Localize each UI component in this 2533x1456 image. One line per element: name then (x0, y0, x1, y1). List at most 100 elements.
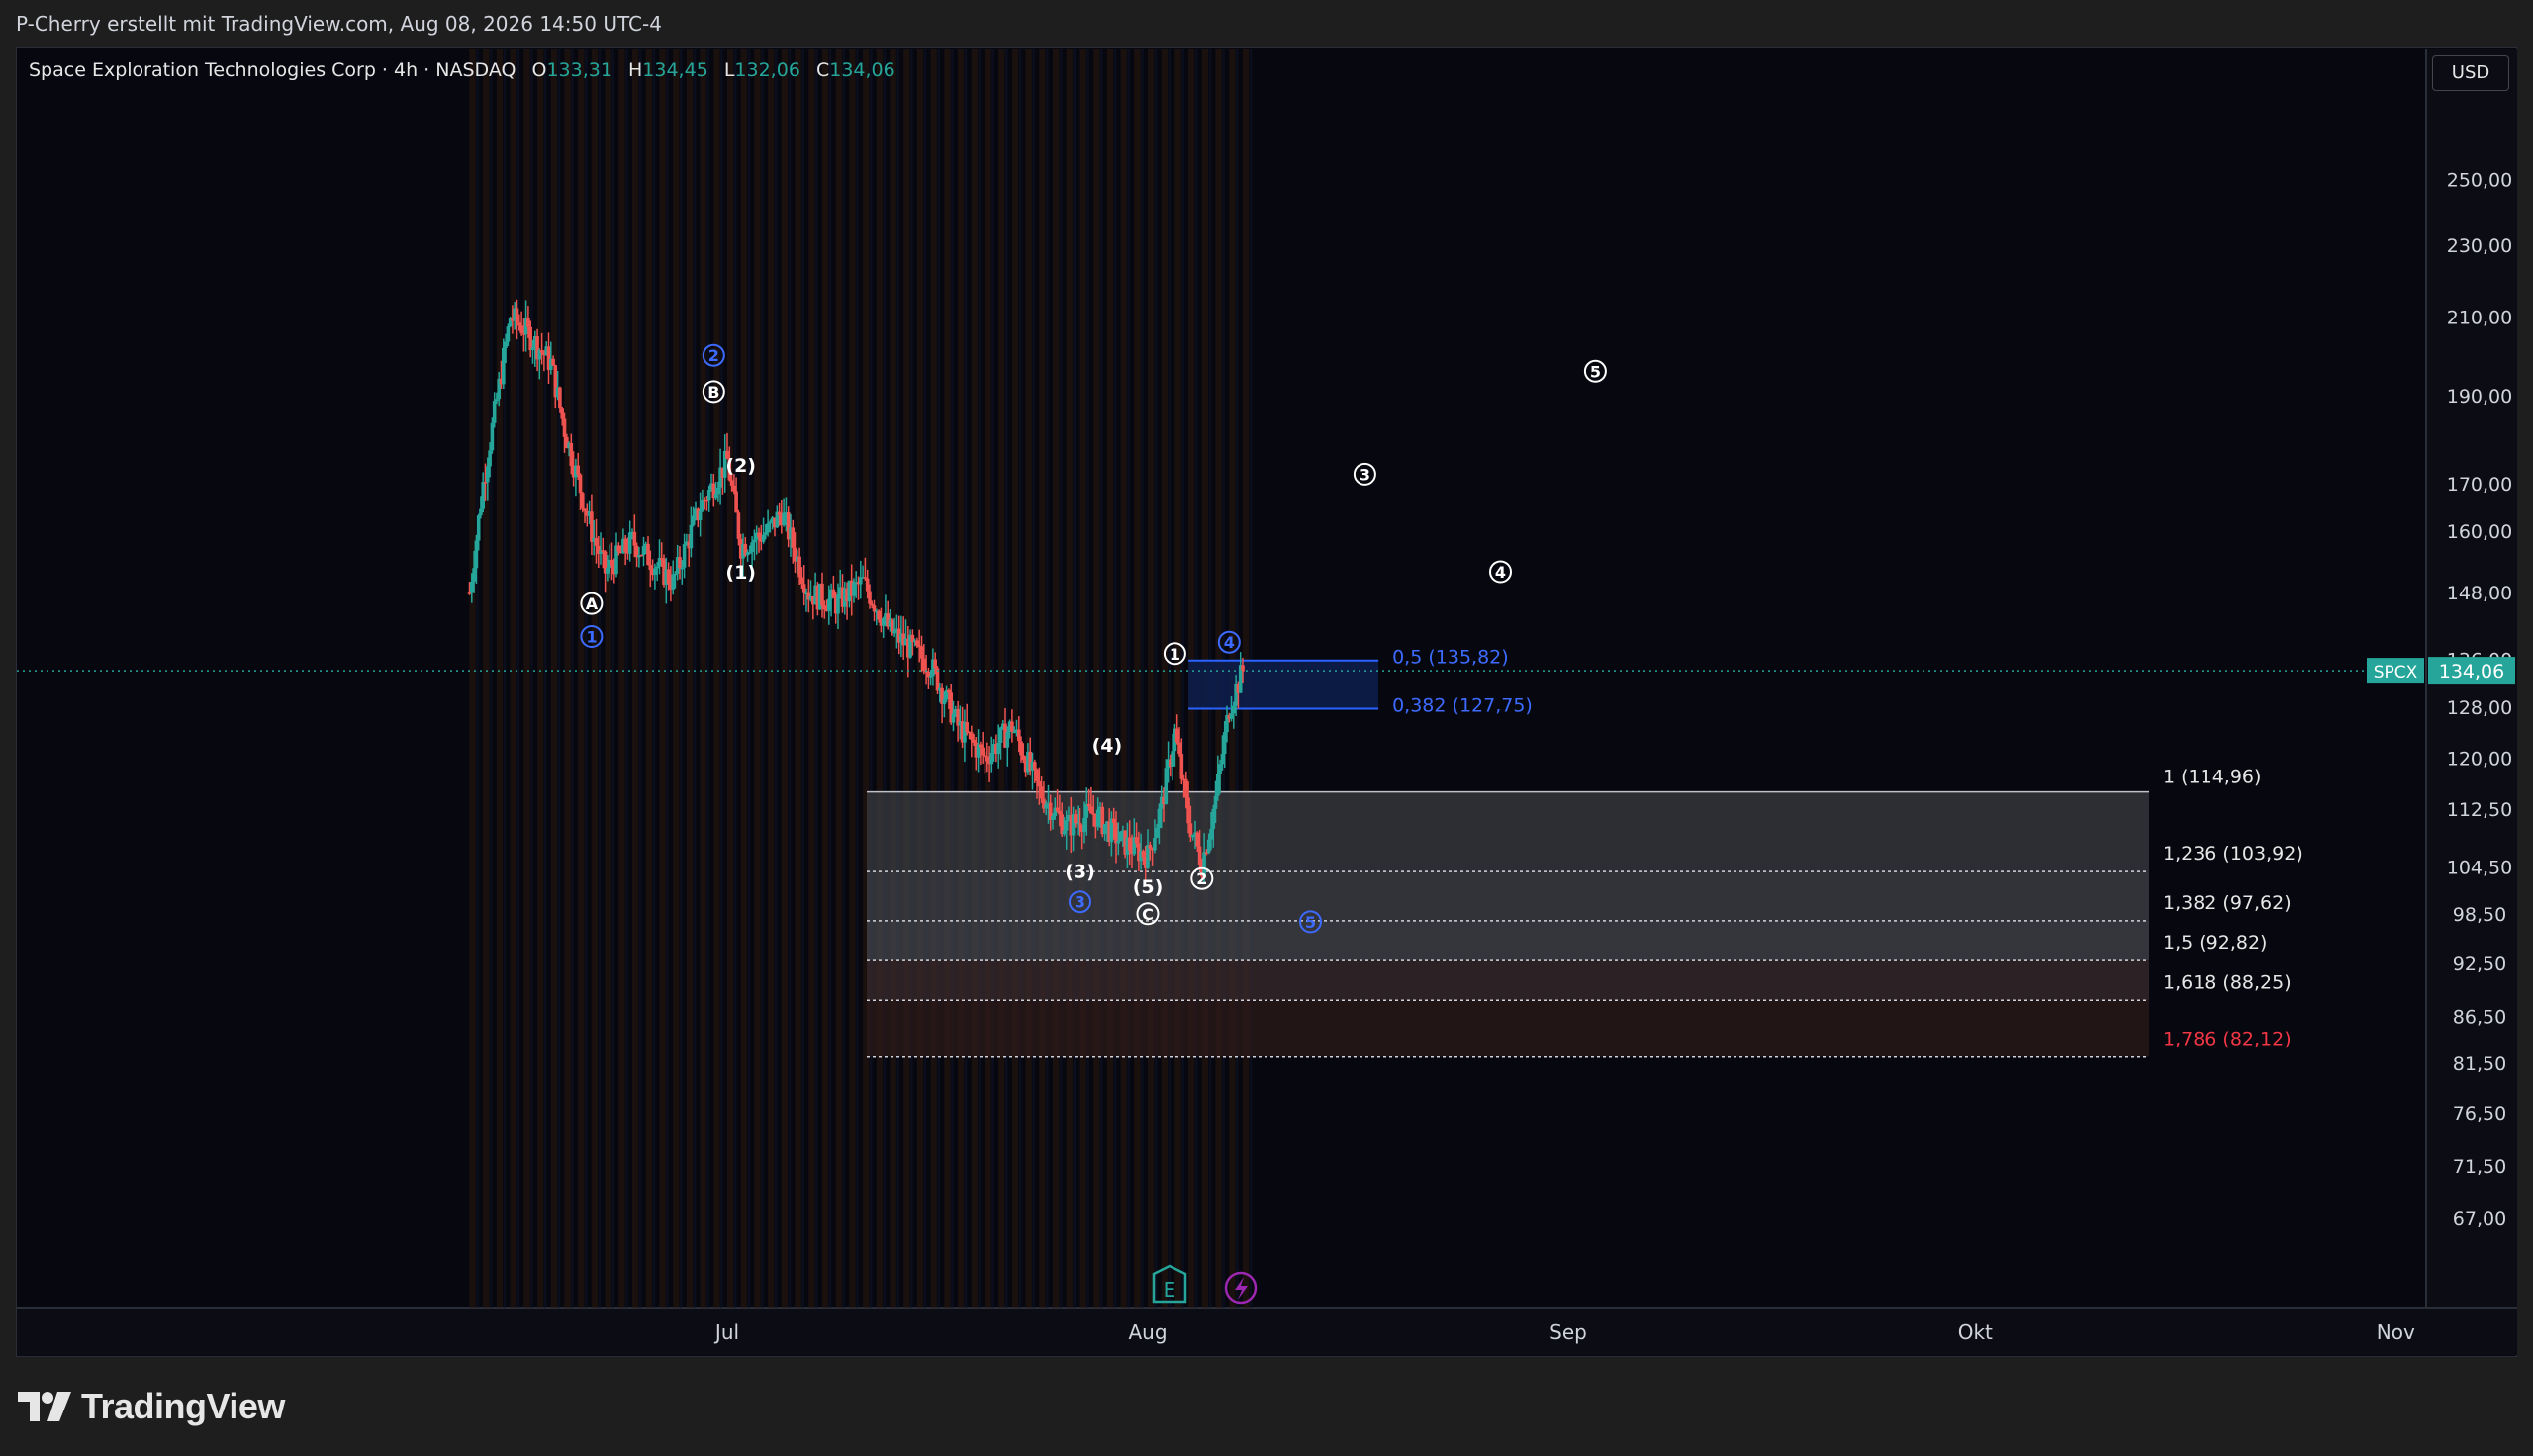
session-shading (916, 49, 924, 1308)
candle-body (481, 482, 485, 509)
legend-low-label: L (723, 59, 735, 81)
session-shading (693, 49, 697, 1308)
session-shading (1120, 49, 1127, 1308)
fib-extension-label: 1,786 (82,12) (2163, 1029, 2292, 1050)
session-shading (1073, 49, 1077, 1308)
candle-body (476, 515, 481, 541)
session-shading (516, 49, 519, 1308)
tradingview-logo-icon (18, 1392, 71, 1421)
candle-body (989, 752, 994, 765)
candle-body (761, 534, 766, 542)
candle-body (1074, 814, 1078, 824)
fib-extension-zone (867, 920, 2149, 961)
candle-body (1229, 713, 1234, 719)
candle-body (919, 646, 924, 659)
session-shading (591, 49, 599, 1308)
y-tick-label: 230,00 (2447, 235, 2512, 257)
candle-body (673, 573, 678, 576)
session-shading (1141, 49, 1144, 1308)
session-shading (686, 49, 694, 1308)
y-tick-label: 92,50 (2453, 954, 2506, 975)
session-shading (483, 49, 490, 1308)
candle-body (799, 577, 804, 585)
candlestick-chart[interactable]: 1 (114,96) 1,236 (103,92) 1,382 (97,62) 1,5… (0, 0, 2533, 1357)
candle-body (682, 544, 687, 568)
candle-body (632, 531, 637, 546)
session-shading (733, 49, 737, 1308)
candle-body (492, 401, 497, 423)
candle-body (922, 658, 926, 672)
candle-body (1037, 780, 1042, 787)
session-shading (795, 49, 801, 1308)
session-shading (1066, 49, 1073, 1308)
session-shading (476, 49, 479, 1308)
candle-body (965, 722, 969, 732)
fib-extension-zone (867, 1000, 2149, 1057)
candle-body (777, 511, 782, 515)
candle-body (495, 399, 499, 402)
candle-body (1195, 832, 1200, 847)
candle-body (1012, 731, 1016, 734)
y-tick-label: 250,00 (2447, 169, 2512, 191)
symbol-badge-text: SPCX (2374, 663, 2418, 682)
candle-body (752, 539, 757, 543)
tradingview-logo[interactable]: TradingView (18, 1386, 285, 1426)
candle-body (502, 347, 506, 385)
candle-body (474, 540, 479, 569)
session-shading (611, 49, 614, 1308)
candle-body (981, 747, 985, 756)
wave-label: 4 (1224, 633, 1235, 652)
session-shading (958, 49, 965, 1308)
session-shading (1011, 49, 1019, 1308)
candle-body (1222, 732, 1227, 754)
candle-body (1157, 808, 1162, 828)
session-shading (870, 49, 873, 1308)
candle-body (1035, 769, 1039, 781)
candle-body (1211, 808, 1216, 829)
candle-body (610, 559, 614, 566)
candle-body (1216, 774, 1220, 796)
session-shading (1181, 49, 1184, 1308)
session-shading (903, 49, 910, 1308)
y-tick-label: 98,50 (2453, 904, 2506, 926)
y-tick-label: 210,00 (2447, 307, 2512, 328)
candle-body (1019, 741, 1023, 756)
session-shading (775, 49, 778, 1308)
session-shading (1079, 49, 1086, 1308)
candle-body (1190, 834, 1195, 838)
session-shading (585, 49, 588, 1308)
candle-body (472, 568, 476, 582)
candle-body (822, 605, 827, 610)
x-tick-label: Sep (1549, 1320, 1587, 1344)
currency-selector[interactable]: USD (2432, 55, 2509, 91)
candle-body (689, 524, 694, 549)
tradingview-brand-text: TradingView (81, 1386, 285, 1426)
wave-label: 1 (1170, 645, 1180, 664)
session-shading (571, 49, 574, 1308)
candle-body (627, 532, 632, 554)
candle-body (877, 610, 881, 620)
session-shading (1086, 49, 1089, 1308)
candle-body (852, 582, 856, 596)
candle-body (1055, 807, 1060, 811)
session-shading (876, 49, 883, 1308)
candle-body (706, 490, 711, 501)
candle-body (1197, 846, 1202, 865)
session-shading (598, 49, 602, 1308)
session-shading (1039, 49, 1046, 1308)
wave-label: 3 (1075, 893, 1085, 912)
candle-body (653, 568, 657, 575)
session-shading (890, 49, 896, 1308)
candle-body (915, 640, 919, 646)
session-shading (700, 49, 706, 1308)
candle-body (606, 567, 610, 574)
candle-body (865, 578, 870, 592)
session-shading (944, 49, 951, 1308)
y-tick-label: 128,00 (2447, 697, 2512, 719)
candle-body (506, 326, 511, 342)
session-shading (605, 49, 611, 1308)
session-shading (740, 49, 747, 1308)
session-shading (1168, 49, 1172, 1308)
candle-body (560, 408, 564, 419)
session-shading (863, 49, 870, 1308)
